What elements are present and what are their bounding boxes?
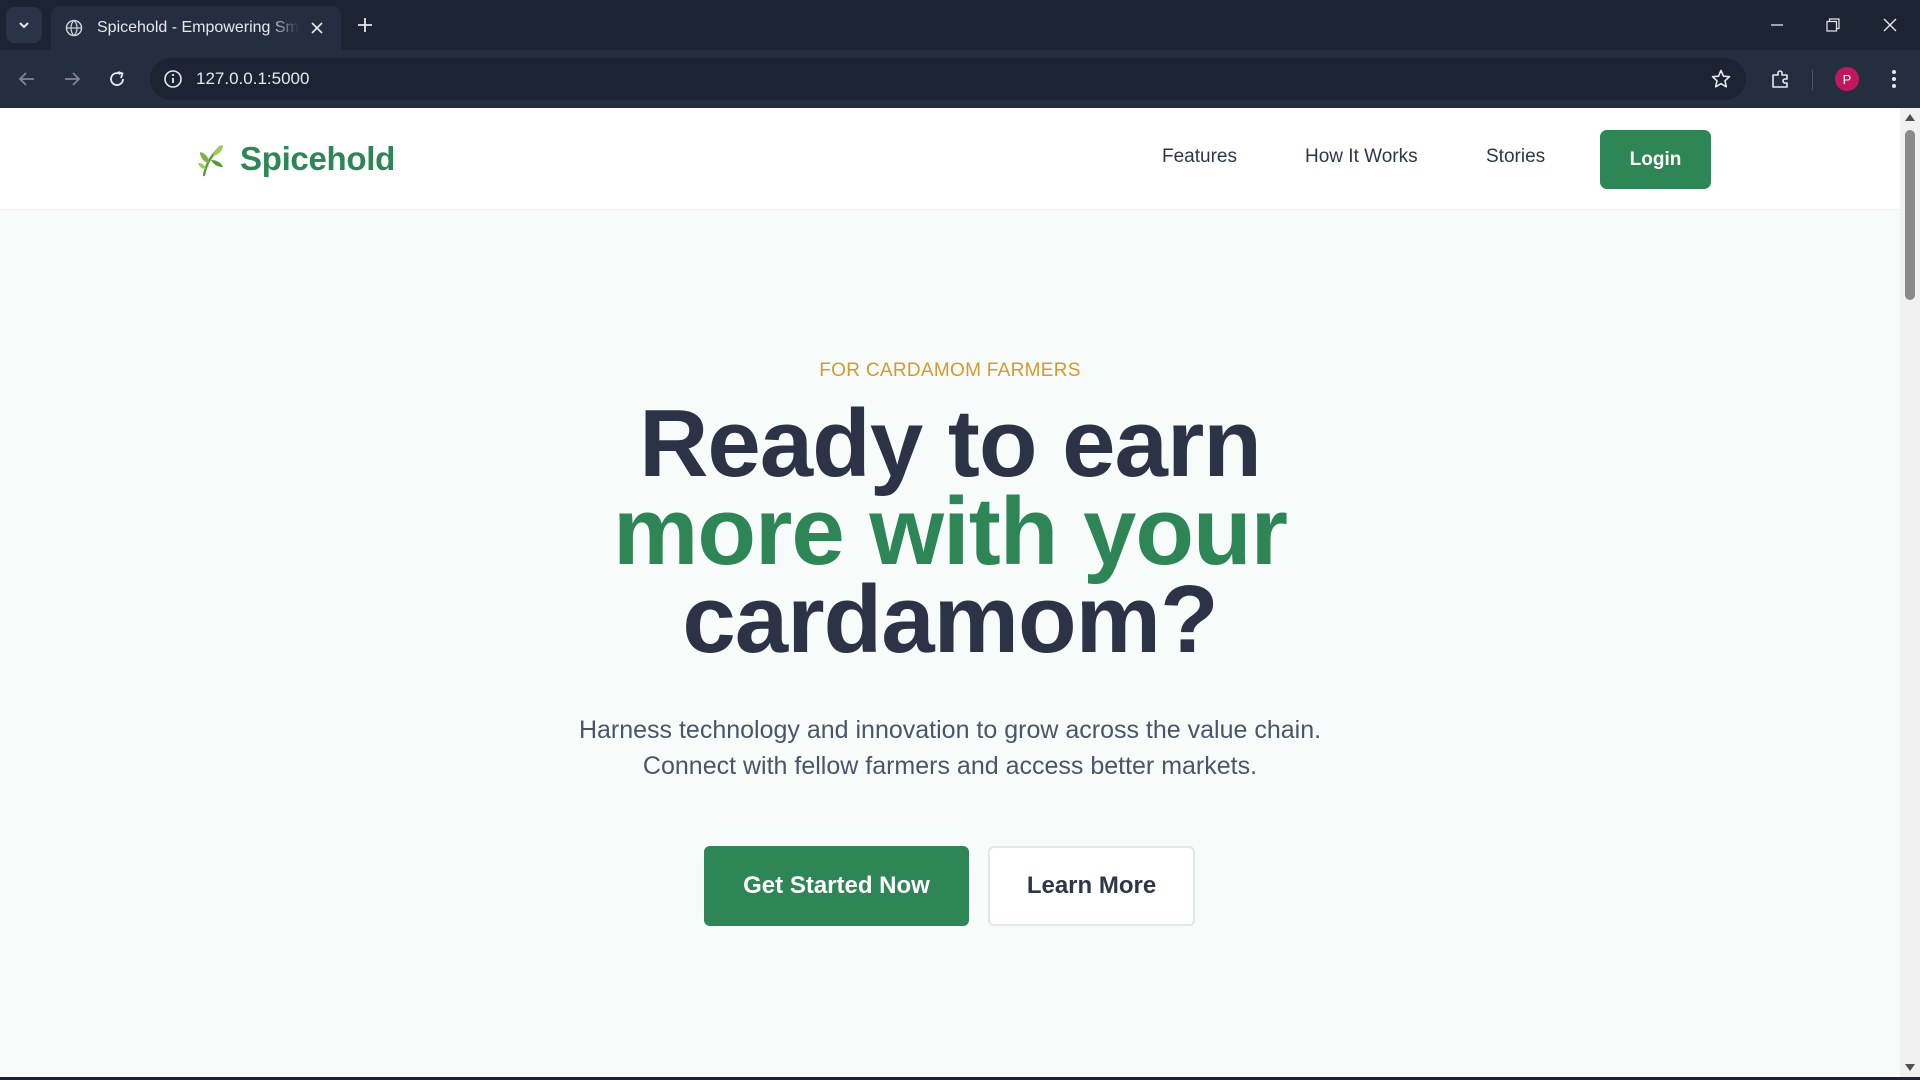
browser-menu-button[interactable] — [1878, 63, 1910, 95]
page-scrollbar[interactable] — [1900, 108, 1920, 1077]
restore-icon — [1826, 18, 1840, 32]
arrow-right-icon — [65, 72, 81, 86]
avatar: P — [1835, 67, 1859, 91]
brand-name: Spicehold — [240, 140, 395, 177]
address-bar[interactable]: 127.0.0.1:5000 — [150, 58, 1746, 100]
puzzle-piece-icon — [1772, 70, 1788, 88]
page-viewport: Spicehold Features How It Works Stories … — [0, 108, 1900, 1077]
scroll-up-arrow-icon[interactable] — [1905, 114, 1915, 121]
new-tab-button[interactable] — [352, 12, 378, 38]
arrow-left-icon — [18, 72, 34, 86]
url-text[interactable]: 127.0.0.1:5000 — [196, 69, 309, 89]
bookmark-star-icon[interactable] — [1710, 68, 1732, 90]
globe-icon — [65, 19, 83, 37]
tab-search-button[interactable] — [6, 7, 42, 43]
nav-link-stories[interactable]: Stories — [1486, 146, 1545, 168]
hero-headline: Ready to earn more with your cardamom? — [0, 390, 1900, 673]
minimize-icon — [1771, 24, 1783, 26]
chevron-down-icon — [19, 22, 29, 29]
profile-button[interactable]: P — [1831, 63, 1863, 95]
reload-button[interactable] — [101, 63, 133, 95]
hero-subtext: Harness technology and innovation to gro… — [0, 712, 1900, 784]
close-tab-icon[interactable] — [307, 18, 327, 38]
close-icon — [1883, 18, 1897, 32]
minimize-button[interactable] — [1754, 8, 1800, 42]
learn-more-button[interactable]: Learn More — [988, 846, 1195, 926]
get-started-button[interactable]: Get Started Now — [704, 846, 969, 926]
login-button[interactable]: Login — [1600, 130, 1711, 189]
toolbar-divider — [1812, 70, 1813, 90]
forward-button[interactable] — [56, 63, 88, 95]
browser-tab[interactable]: Spicehold - Empowering Small Farmers — [51, 6, 341, 50]
hero-eyebrow: FOR CARDAMOM FARMERS — [819, 360, 1081, 381]
back-button[interactable] — [11, 63, 43, 95]
tab-title: Spicehold - Empowering Small Farmers — [97, 19, 299, 36]
scrollbar-thumb[interactable] — [1905, 130, 1915, 300]
scroll-down-arrow-icon[interactable] — [1905, 1064, 1915, 1071]
more-vertical-icon — [1892, 70, 1896, 88]
headline-line-3: cardamom? — [682, 566, 1218, 673]
nav-link-how-it-works[interactable]: How It Works — [1305, 146, 1418, 168]
browser-tab-bar: Spicehold - Empowering Small Farmers — [0, 0, 1920, 50]
extensions-button[interactable] — [1765, 63, 1797, 95]
subtext-line-1: Harness technology and innovation to gro… — [578, 716, 1322, 744]
plus-icon — [358, 18, 372, 32]
subtext-line-2: Connect with fellow farmers and access b… — [642, 752, 1258, 780]
nav-link-features[interactable]: Features — [1162, 146, 1237, 168]
browser-toolbar: 127.0.0.1:5000 P — [0, 50, 1920, 108]
headline-line-1: Ready to earn — [639, 390, 1262, 497]
reload-icon — [110, 71, 124, 86]
restore-button[interactable] — [1810, 8, 1856, 42]
site-info-icon[interactable] — [162, 68, 184, 90]
leaf-sprig-icon — [198, 145, 223, 177]
headline-line-2: more with your — [612, 478, 1288, 585]
close-window-button[interactable] — [1867, 8, 1913, 42]
brand-logo[interactable]: Spicehold — [196, 140, 395, 178]
site-header: Spicehold Features How It Works Stories … — [0, 108, 1900, 210]
